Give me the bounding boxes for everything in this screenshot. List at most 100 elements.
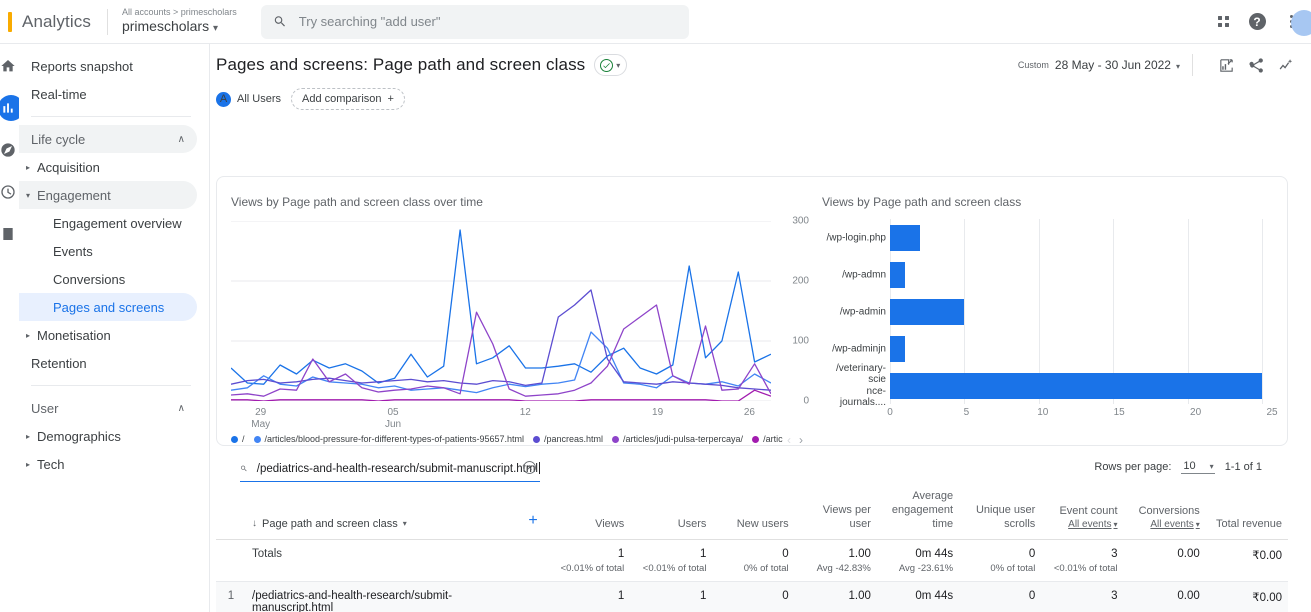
legend-item[interactable]: /pancreas.html [533,434,603,444]
sidebar-item-reports-snapshot[interactable]: Reports snapshot [19,52,197,80]
row-cell: 3 [1041,582,1123,612]
add-comparison-button[interactable]: Add comparison + [291,88,405,110]
column-users[interactable]: Users [630,486,712,540]
y-tick: 100 [792,336,809,347]
row-cell: 1 [630,582,712,612]
insights-icon[interactable] [1277,56,1295,74]
column-dimension-label: Page path and screen class [262,518,398,532]
library-icon[interactable] [0,226,16,242]
sidebar-item-pages-and-screens[interactable]: Pages and screens [19,293,197,321]
share-icon[interactable] [1247,56,1265,74]
bar-category-label: /wp-login.php [822,232,886,244]
column-dimension[interactable]: ↓ Page path and screen class ▾ [246,486,518,540]
segment-all-users[interactable]: A All Users [216,92,281,107]
legend-item[interactable]: /artic [752,434,783,444]
edit-comparison-icon[interactable] [1217,56,1235,74]
bar[interactable] [890,336,905,362]
line-chart-title: Views by Page path and screen class over… [231,195,803,209]
column-new-users[interactable]: New users [712,486,794,540]
add-dimension-button[interactable]: + [518,486,548,540]
rows-per-page-select[interactable]: 10 ▾ [1181,460,1214,474]
totals-cell: ₹0.00 [1206,540,1288,582]
legend-prev-icon[interactable]: ‹ [787,433,791,447]
clear-search-icon[interactable] [522,460,537,475]
row-index: 1 [216,582,246,612]
line-chart: Views by Page path and screen class over… [231,195,803,445]
row-dimension[interactable]: /pediatrics-and-health-research/submit-m… [246,582,518,612]
conversions-filter[interactable]: All events▾ [1130,519,1200,532]
sidebar-item-acquisition[interactable]: ▸ Acquisition [19,153,197,181]
legend-swatch [254,436,261,443]
home-icon[interactable] [0,58,16,74]
bar[interactable] [890,373,1262,399]
sidebar-item-label: Events [53,244,93,259]
help-icon[interactable]: ? [1247,12,1267,32]
data-validation-chip[interactable]: ▾ [594,54,627,76]
totals-percent: Avg -42.83% [801,563,871,574]
legend-item[interactable]: / [231,434,245,444]
sidebar-item-label: Demographics [37,429,121,444]
page-title: Pages and screens: Page path and screen … [216,55,585,75]
totals-cell: 0.00 [1124,540,1206,582]
analytics-logo-icon [8,12,12,32]
chevron-down-icon: ▾ [1176,62,1180,71]
event-count-filter[interactable]: All events▾ [1047,519,1117,532]
column-event-count[interactable]: Event count All events▾ [1041,486,1123,540]
sidebar-item-label: Pages and screens [53,300,164,315]
global-search[interactable] [261,5,689,39]
date-range-area: Custom 28 May - 30 Jun 2022▾ [1018,54,1303,76]
reports-icon[interactable] [0,100,16,116]
column-unique-user-scrolls[interactable]: Unique user scrolls [959,486,1041,540]
row-index [216,540,246,582]
table-search[interactable]: /pediatrics-and-health-research/submit-m… [240,456,540,482]
sidebar-item-demographics[interactable]: ▸ Demographics [19,422,197,450]
line-chart-plot [231,221,771,401]
legend-label: /artic [763,434,783,444]
y-tick: 300 [792,216,809,227]
account-selector[interactable]: All accounts > primescholars primeschola… [122,8,237,34]
sidebar-item-tech[interactable]: ▸ Tech [19,450,197,478]
bar[interactable] [890,225,920,251]
column-views[interactable]: Views [548,486,630,540]
chevron-down-icon: ▾ [21,191,35,200]
search-input[interactable] [299,14,677,29]
sidebar-item-engagement[interactable]: ▾ Engagement [19,181,197,209]
legend-next-icon[interactable]: › [799,433,803,447]
segment-label: All Users [237,93,281,105]
column-conversions[interactable]: Conversions All events▾ [1124,486,1206,540]
sidebar-group-user[interactable]: User ∧ [19,394,197,422]
advertising-icon[interactable] [0,184,16,200]
totals-cell: 1<0.01% of total [630,540,712,582]
legend-item[interactable]: /articles/judi-pulsa-terpercaya/ [612,434,743,444]
pagination-range: 1-1 of 1 [1225,461,1262,473]
date-range-selector[interactable]: 28 May - 30 Jun 2022▾ [1055,58,1180,72]
column-total-revenue[interactable]: Total revenue [1206,486,1288,540]
chevron-down-icon: ▾ [1196,520,1200,529]
sidebar-item-retention[interactable]: Retention [19,349,197,377]
avatar[interactable] [1291,10,1311,36]
search-icon [273,14,287,29]
legend-item[interactable]: /articles/blood-pressure-for-different-t… [254,434,524,444]
bar[interactable] [890,299,964,325]
explore-icon[interactable] [0,142,16,158]
sidebar-item-engagement-overview[interactable]: Engagement overview [19,209,197,237]
x-tick: 0 [887,407,893,418]
sidebar-item-real-time[interactable]: Real-time [19,80,197,108]
legend-swatch [231,436,238,443]
bar[interactable] [890,262,905,288]
column-average-engagement-time[interactable]: Average engagement time [877,486,959,540]
chevron-right-icon: ▸ [21,432,35,441]
bar-category-label: /wp-adminjn [822,343,886,355]
table-row[interactable]: 1/pediatrics-and-health-research/submit-… [216,582,1288,612]
column-views-per-user[interactable]: Views per user [795,486,877,540]
plus-icon: + [388,93,394,105]
legend-label: / [242,434,245,444]
sidebar-item-conversions[interactable]: Conversions [19,265,197,293]
totals-percent: 0% of total [965,563,1035,574]
sidebar-item-label: Monetisation [37,328,111,343]
sidebar-item-events[interactable]: Events [19,237,197,265]
sidebar-group-life-cycle[interactable]: Life cycle ∧ [19,125,197,153]
account-name: primescholars ▾ [122,19,237,34]
sidebar-item-monetisation[interactable]: ▸ Monetisation [19,321,197,349]
apps-grid-icon[interactable] [1213,12,1233,32]
